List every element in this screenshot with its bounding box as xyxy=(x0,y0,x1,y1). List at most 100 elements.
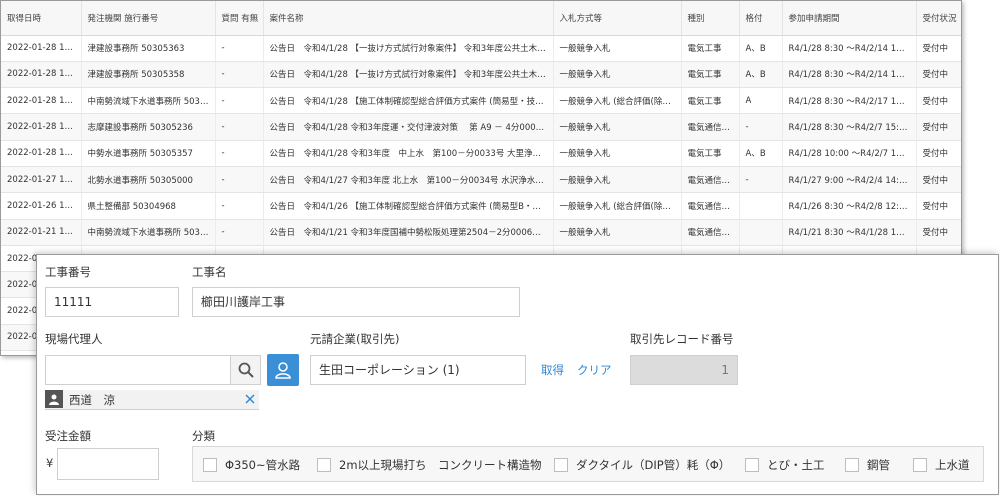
table-cell: 一般競争入札 xyxy=(553,166,682,194)
table-cell: - xyxy=(215,219,264,246)
project-name-label: 工事名 xyxy=(192,265,227,279)
table-cell: 2022-01-28 12:01 xyxy=(1,113,82,141)
table-cell: R4/1/28 8:30 ～R4/2/17 15:00 xyxy=(782,87,917,115)
category-item[interactable]: Φ350~管水路 xyxy=(203,457,300,473)
amount-input[interactable] xyxy=(57,448,159,480)
column-header-type[interactable]: 種別 xyxy=(681,1,740,36)
currency-symbol: ¥ xyxy=(46,456,54,470)
construction-form-window: 工事番号 11111 工事名 櫛田川護岸工事 現場代理人 西道 涼 元請企業(取… xyxy=(36,254,999,495)
project-name-field[interactable]: 櫛田川護岸工事 xyxy=(192,287,520,317)
table-cell: 一般競争入札 xyxy=(553,219,682,246)
remove-person-button[interactable] xyxy=(245,390,255,410)
avatar xyxy=(45,390,63,408)
table-row[interactable]: 2022-01-28 12:01 志摩建設事務所 50305236- 公告日 令和4… xyxy=(1,113,961,141)
table-cell: 公告日 令和4/1/21 令和3年度国補中勢松阪処理第2504－2分0006号 … xyxy=(263,219,554,246)
record-no-field: 1 xyxy=(630,355,738,385)
table-header-row: 取得日時 発注機関 施行番号 質問 有無 案件名称 入札方式等 種別 格付 参加申請期間 受付状… xyxy=(1,1,961,36)
column-header-fetched-at[interactable]: 取得日時 xyxy=(1,1,82,36)
checkbox[interactable] xyxy=(317,458,331,472)
table-row[interactable]: 2022-01-28 12:01 中南勢流域下水道事務所 50305… - 公告日 令… xyxy=(1,87,961,115)
table-cell: 2022-01-26 12:01 xyxy=(1,192,82,220)
site-agent-input[interactable] xyxy=(45,355,231,385)
amount-label: 受注金額 xyxy=(45,429,91,443)
table-cell: 一般競争入札 (総合評価(除算)) xyxy=(553,192,682,220)
category-item[interactable]: 鋼管 xyxy=(845,457,890,473)
table-cell: R4/1/28 8:30 ～R4/2/7 15:00 xyxy=(782,113,917,141)
table-cell: 2022-01-27 12:01 xyxy=(1,166,82,194)
table-cell: 2022-01-21 12:01 xyxy=(1,219,82,246)
column-header-status[interactable]: 受付状況 xyxy=(916,1,961,36)
table-cell: 津建設事務所 50305363 xyxy=(81,35,216,62)
category-item[interactable]: 上水道 xyxy=(913,457,970,473)
selected-person-chip: 西道 涼 xyxy=(45,390,259,410)
client-field[interactable]: 生田コーポレーション (1) xyxy=(310,355,526,385)
table-cell: 公告日 令和4/1/28 【一抜け方式試行対象案件】 令和3年度公共土木施設維… xyxy=(263,35,554,62)
table-cell: 受付中 xyxy=(916,35,961,62)
table-cell: 電気工事 xyxy=(681,140,740,167)
checkbox[interactable] xyxy=(913,458,927,472)
table-cell: 受付中 xyxy=(916,140,961,167)
table-cell: - xyxy=(215,166,264,194)
column-header-application-period[interactable]: 参加申請期間 xyxy=(782,1,917,36)
table-cell: 北勢水道事務所 50305000 xyxy=(81,166,216,194)
table-cell: A、B xyxy=(739,61,783,89)
table-cell: 中南勢流域下水道事務所 50305… xyxy=(81,87,216,115)
table-cell: R4/1/28 8:30 ～R4/2/14 16:00 xyxy=(782,61,917,89)
column-header-project-name[interactable]: 案件名称 xyxy=(263,1,554,36)
table-cell: 受付中 xyxy=(916,87,961,115)
table-cell: 電気工事 xyxy=(681,35,740,62)
search-button[interactable] xyxy=(231,355,261,385)
person-icon xyxy=(275,362,291,379)
table-cell: R4/1/28 8:30 ～R4/2/14 16:00 xyxy=(782,35,917,62)
table-cell: 公告日 令和4/1/28 【一抜け方式試行対象案件】 令和3年度公共土木施設維… xyxy=(263,61,554,89)
table-cell: 公告日 令和4/1/28 令和3年度運・交付津波対策 第 A9 － 4分0001… xyxy=(263,113,554,141)
table-cell: A、B xyxy=(739,140,783,167)
table-cell: 電気通信… xyxy=(681,219,740,246)
category-item[interactable]: とび・土工 xyxy=(745,457,825,473)
table-cell xyxy=(739,219,783,246)
table-cell: 中勢水道事務所 50305357 xyxy=(81,140,216,167)
checkbox[interactable] xyxy=(203,458,217,472)
table-cell: A xyxy=(739,87,783,115)
user-silhouette-icon xyxy=(49,394,59,405)
table-cell: - xyxy=(215,192,264,220)
table-row[interactable]: 2022-01-21 12:01 中南勢流域下水道事務所 50304… - 公告日 令… xyxy=(1,219,961,246)
selected-person-name: 西道 涼 xyxy=(69,393,115,407)
table-cell: 電気通信… xyxy=(681,166,740,194)
table-row[interactable]: 2022-01-28 12:01 津建設事務所 50305358- 公告日 令和4/… xyxy=(1,61,961,89)
table-cell: 津建設事務所 50305358 xyxy=(81,61,216,89)
table-cell: 県土整備部 50304968 xyxy=(81,192,216,220)
category-item[interactable]: 2m以上現場打ち コンクリート構造物 xyxy=(317,457,542,473)
table-cell: 公告日 令和4/1/27 令和3年度 北上水 第100－分0034号 水沢浄水場… xyxy=(263,166,554,194)
column-header-bid-method[interactable]: 入札方式等 xyxy=(553,1,682,36)
clear-client-link[interactable]: クリア xyxy=(577,362,612,378)
table-cell: 電気通信… xyxy=(681,192,740,220)
table-cell: - xyxy=(215,140,264,167)
table-cell: - xyxy=(739,113,783,141)
column-header-rank[interactable]: 格付 xyxy=(739,1,783,36)
person-select-button[interactable] xyxy=(267,354,299,386)
table-cell: R4/1/26 8:30 ～R4/2/8 12:00 xyxy=(782,192,917,220)
table-cell: 電気工事 xyxy=(681,61,740,89)
category-label: 分類 xyxy=(192,429,215,443)
category-item[interactable]: ダクタイル（DIP管）耗（Φ） xyxy=(554,457,730,473)
table-cell: - xyxy=(215,35,264,62)
project-no-field[interactable]: 11111 xyxy=(45,287,179,317)
search-icon xyxy=(238,362,254,378)
table-cell: - xyxy=(215,61,264,89)
column-header-agency-number[interactable]: 発注機関 施行番号 xyxy=(81,1,216,36)
table-cell: 公告日 令和4/1/26 【施工体制確認型総合評価方式案件 (簡易型B・技術資… xyxy=(263,192,554,220)
table-cell: R4/1/27 9:00 ～R4/2/4 14:00 xyxy=(782,166,917,194)
table-row[interactable]: 2022-01-28 12:01 津建設事務所 50305363- 公告日 令和4/… xyxy=(1,35,961,62)
table-cell: 電気通信… xyxy=(681,113,740,141)
table-row[interactable]: 2022-01-27 12:01 北勢水道事務所 50305000- 公告日 令和4… xyxy=(1,166,961,194)
checkbox[interactable] xyxy=(845,458,859,472)
column-header-question[interactable]: 質問 有無 xyxy=(215,1,264,36)
get-client-link[interactable]: 取得 xyxy=(541,362,564,378)
table-cell: 受付中 xyxy=(916,61,961,89)
table-row[interactable]: 2022-01-28 12:01 中勢水道事務所 50305357- 公告日 令和4… xyxy=(1,140,961,167)
table-cell: 電気工事 xyxy=(681,87,740,115)
checkbox[interactable] xyxy=(554,458,568,472)
table-row[interactable]: 2022-01-26 12:01 県土整備部 50304968- 公告日 令和4/1… xyxy=(1,192,961,220)
checkbox[interactable] xyxy=(745,458,759,472)
